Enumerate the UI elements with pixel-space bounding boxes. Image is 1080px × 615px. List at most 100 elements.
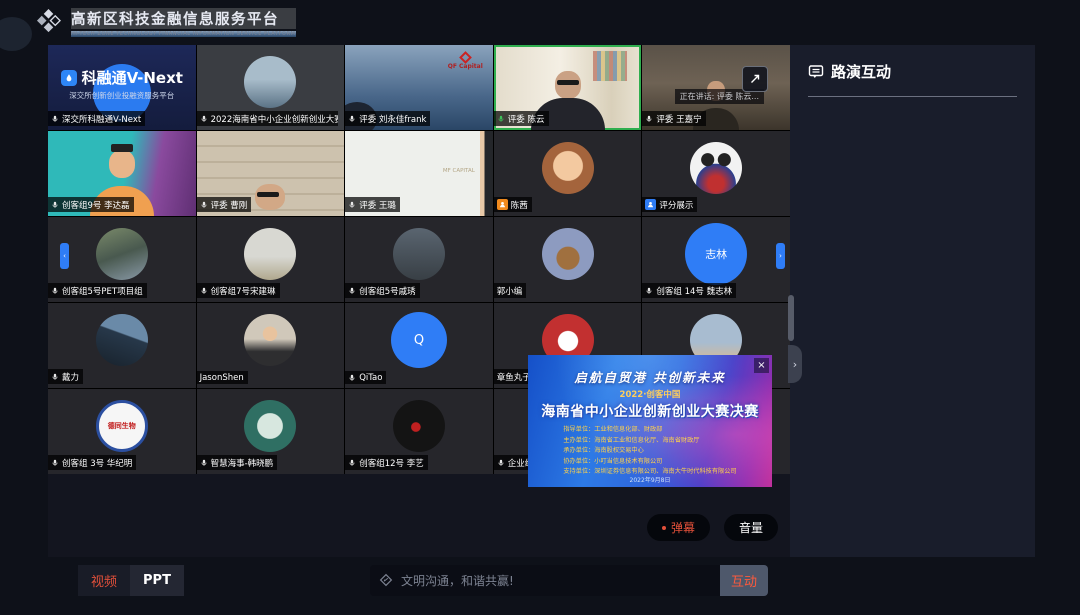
danmaku-dot [662, 526, 666, 530]
video-tile: 评分展示 [642, 131, 790, 216]
video-tile: QF Capital 评委 刘永佳frank [345, 45, 493, 130]
civility-badge-icon [379, 573, 393, 587]
fullscreen-button[interactable] [742, 66, 768, 92]
participant-label: QiTao [345, 371, 386, 384]
danmaku-toggle-button[interactable]: 弹幕 [647, 514, 710, 541]
video-tile: 创客组9号 李达磊 [48, 131, 196, 216]
qf-diamond-icon [459, 51, 472, 64]
participant-label: 郭小编 [494, 283, 527, 298]
poster-line: 主办单位：海南省工业和信息化厅、海南省财政厅 [563, 436, 736, 447]
video-tile: 陈茜 [494, 131, 642, 216]
sidebar-header: 路演互动 [790, 45, 1035, 82]
event-poster-popup: 启航自贸港 共创新未来 2022·创客中国 海南省中小企业创新创业大赛决赛 指导… [528, 355, 772, 487]
mic-icon [645, 287, 653, 295]
send-interact-button[interactable]: 互动 [720, 565, 768, 596]
avatar [244, 314, 296, 366]
droplet-icon [61, 70, 77, 86]
participant-label: 创客组 3号 华纪明 [48, 455, 136, 470]
person-figure [109, 150, 135, 178]
poster-line: 协办单位：小叮当信息技术有限公司 [563, 457, 736, 468]
grid-scroll-left-button[interactable]: ‹ [60, 243, 69, 269]
participant-label: 创客组12号 李艺 [345, 455, 428, 470]
page-header: 高新区科技金融信息服务平台 HI-TECH ZONE TECHNOLOGY FI… [0, 0, 1080, 45]
mic-icon [348, 459, 356, 467]
video-tile: 戴力 [48, 303, 196, 388]
person-figure [555, 71, 581, 99]
participant-label: 评委 王璐 [345, 197, 400, 212]
avatar [542, 228, 594, 280]
participant-label: 评委 王嘉宁 [642, 111, 705, 126]
participant-label: 创客组7号宋建琳 [197, 283, 280, 298]
avatar [690, 142, 742, 194]
video-tile: 智慧海事-韩晓鹏 [197, 389, 345, 474]
tab-ppt[interactable]: PPT [130, 565, 184, 596]
chevron-left-icon: ‹ [63, 252, 66, 260]
tab-video[interactable]: 视频 [78, 565, 130, 596]
qf-capital-logo: QF Capital [448, 53, 483, 70]
poster-line: 指导单位：工业和信息化部、财政部 [563, 425, 736, 436]
participant-label: 智慧海事-韩晓鹏 [197, 455, 278, 470]
video-tile: 评委 曹刚 [197, 131, 345, 216]
video-tile: 郭小编 [494, 217, 642, 302]
stream-controls: 弹幕 音量 [647, 514, 778, 541]
poster-line: 承办单位：海南股权交易中心 [563, 446, 736, 457]
volume-button[interactable]: 音量 [724, 514, 778, 541]
chevron-right-icon: › [793, 358, 797, 371]
video-tile: 2022海南省中小企业创新创业大赛 [197, 45, 345, 130]
mic-icon [200, 115, 208, 123]
avatar-initials: Q [391, 312, 447, 368]
platform-subtitle: HI-TECH ZONE TECHNOLOGY FINANCIAL INFORM… [71, 31, 296, 37]
mf-capital-watermark: MF CAPITAL [443, 168, 475, 174]
mic-icon [348, 287, 356, 295]
participant-label: JasonShen [197, 371, 248, 384]
person-figure [255, 184, 285, 210]
diamond-logo-icon [35, 9, 62, 36]
video-tile: 创客组7号宋建琳 [197, 217, 345, 302]
avatar-logo: 德同生物 [96, 400, 148, 452]
avatar [542, 142, 594, 194]
poster-organizers: 指导单位：工业和信息化部、财政部 主办单位：海南省工业和信息化厅、海南省财政厅 … [563, 425, 736, 478]
chat-input[interactable] [370, 565, 720, 596]
video-tile: 创客组12号 李艺 [345, 389, 493, 474]
participant-label: 创客组5号戚琇 [345, 283, 419, 298]
mic-icon [51, 373, 59, 381]
avatar [244, 56, 296, 108]
video-tile: MF CAPITAL 评委 王璐 [345, 131, 493, 216]
mic-icon [348, 201, 356, 209]
comment-bubble-icon [808, 64, 824, 80]
mic-active-icon [497, 115, 505, 123]
view-tabs: 视频 PPT [78, 565, 184, 596]
grid-scroll-right-button[interactable]: › [776, 243, 785, 269]
video-tile: 志林 创客组 14号 魏志林 [642, 217, 790, 302]
participant-label: 深交所科融通V-Next [48, 111, 145, 126]
scrollbar-thumb[interactable] [788, 295, 794, 341]
participant-label: 创客组 14号 魏志林 [642, 283, 736, 298]
video-tile: 科融通V-Next 深交所创新创业投融资服务平台 深交所科融通V-Next [48, 45, 196, 130]
sidebar-collapse-handle[interactable]: › [788, 345, 802, 383]
avatar [393, 400, 445, 452]
bottom-bar: 视频 PPT 互动 [0, 565, 1080, 596]
participant-label: 评委 陈云 [494, 111, 549, 126]
sidebar-divider [808, 96, 1017, 97]
mic-icon [200, 459, 208, 467]
expand-icon [748, 72, 762, 86]
platform-logo: 高新区科技金融信息服务平台 HI-TECH ZONE TECHNOLOGY FI… [35, 8, 296, 37]
mic-icon [200, 201, 208, 209]
kerongtong-subtitle: 深交所创新创业投融资服务平台 [48, 90, 196, 101]
video-tile: Q QiTao [345, 303, 493, 388]
avatar [244, 400, 296, 452]
avatar [96, 228, 148, 280]
sidebar-title: 路演互动 [831, 61, 891, 82]
video-tile: 创客组5号戚琇 [345, 217, 493, 302]
poster-close-button[interactable]: × [754, 358, 769, 373]
avatar [244, 228, 296, 280]
poster-slogan: 启航自贸港 共创新未来 [528, 367, 772, 386]
participant-label: 创客组5号PET项目组 [48, 283, 147, 298]
mic-icon [51, 459, 59, 467]
participant-label: 陈茜 [494, 197, 532, 212]
participant-label: 评分展示 [642, 197, 697, 212]
video-tile-speaking: 评委 陈云 [494, 45, 642, 130]
kerongtong-brand: 科融通V-Next [48, 67, 196, 88]
mic-icon [348, 115, 356, 123]
poster-date: 2022年9月8日 [528, 475, 772, 484]
